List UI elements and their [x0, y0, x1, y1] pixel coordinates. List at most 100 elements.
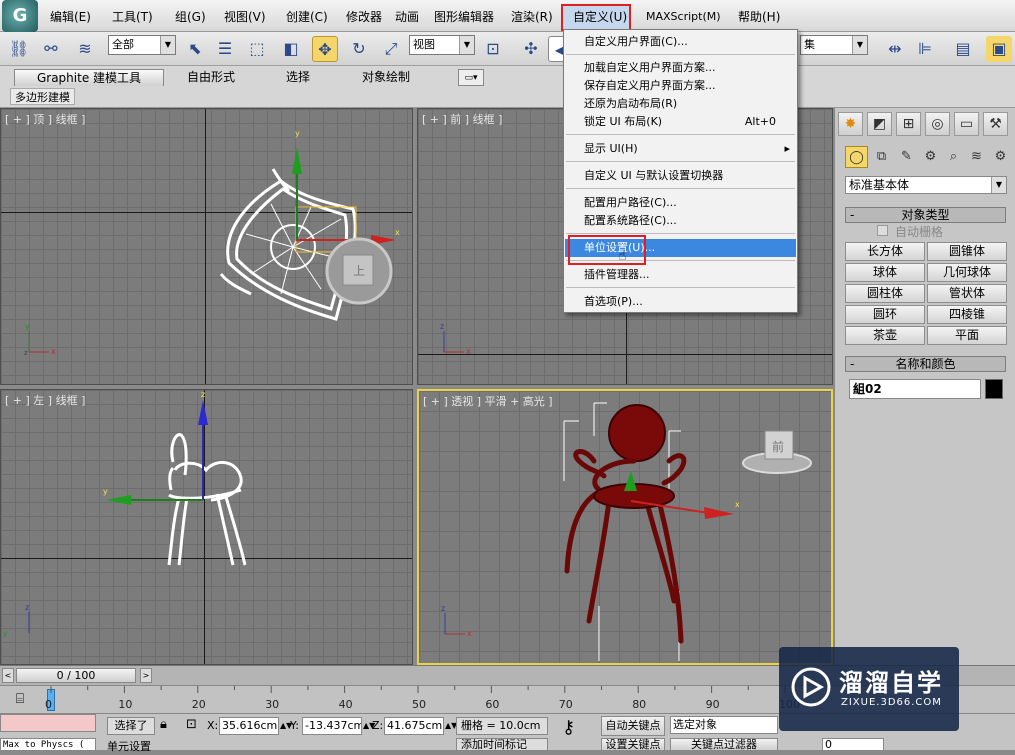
rollout-object-type[interactable]: - 对象类型 [845, 207, 1006, 223]
menu-help[interactable]: 帮助(H) [738, 7, 780, 27]
sphere-button[interactable]: 球体 [845, 263, 925, 282]
box-button[interactable]: 长方体 [845, 242, 925, 261]
dd-ui-defaults-switcher[interactable]: 自定义 UI 与默认设置切换器 [565, 167, 796, 185]
key-mode-dropdown[interactable]: 选定对象 [670, 716, 778, 734]
frame-indicator[interactable]: 0 / 100 [16, 668, 136, 683]
panel-polygon-modeling[interactable]: 多边形建模 [10, 88, 75, 105]
window-crossing-icon[interactable]: ◧ [278, 36, 304, 62]
auto-key-button[interactable]: 自动关键点 [601, 716, 665, 736]
dd-configure-user-paths[interactable]: 配置用户路径(C)... [565, 194, 796, 212]
link-icon[interactable]: ⛓ [6, 36, 32, 62]
cameras-icon[interactable]: ⚙ [919, 146, 942, 168]
dd-revert-startup-layout[interactable]: 还原为启动布局(R) [565, 95, 796, 113]
layer-manager-icon[interactable]: ▤ [950, 36, 976, 62]
utilities-tab-icon[interactable]: ⚒ [983, 112, 1008, 136]
tube-button[interactable]: 管状体 [927, 284, 1007, 303]
menu-maxscript[interactable]: MAXScript(M) [646, 7, 721, 27]
dd-plugin-manager[interactable]: 插件管理器... [565, 266, 796, 284]
bind-spacewarp-icon[interactable]: ≋ [72, 36, 98, 62]
tab-freeform[interactable]: 自由形式 [187, 69, 235, 86]
svg-text:y: y [25, 322, 30, 331]
ribbon-options-icon[interactable]: ▭▾ [458, 69, 484, 86]
spacewarps-icon[interactable]: ≋ [965, 146, 988, 168]
next-frame-icon[interactable]: > [140, 668, 152, 683]
x-coord-field[interactable]: 35.616cm [219, 717, 279, 735]
viewport-left[interactable]: [ + ] 左 ] 线框 ] z y z y [0, 389, 413, 665]
torus-button[interactable]: 圆环 [845, 305, 925, 324]
add-time-tag[interactable]: 添加时间标记 [456, 738, 548, 751]
graphite-toggle-icon[interactable]: ▣ [986, 36, 1012, 62]
plane-button[interactable]: 平面 [927, 326, 1007, 345]
dd-configure-system-paths[interactable]: 配置系统路径(C)... [565, 212, 796, 230]
y-coord-field[interactable]: -13.437cm [302, 717, 362, 735]
cone-button[interactable]: 圆锥体 [927, 242, 1007, 261]
ref-coord-dropdown[interactable]: 视图 ▼ [409, 35, 475, 55]
z-coord-field[interactable]: 41.675cm [384, 717, 444, 735]
menu-tools[interactable]: 工具(T) [112, 7, 153, 27]
viewport-top[interactable]: [ + ] 顶 ] 线框 ] x y 上 y x z [0, 108, 413, 385]
menu-group[interactable]: 组(G) [175, 7, 206, 27]
dd-load-ui-scheme[interactable]: 加载自定义用户界面方案... [565, 59, 796, 77]
maxscript-listener[interactable] [0, 714, 96, 732]
select-object-icon[interactable]: ⬉ [182, 36, 208, 62]
viewport-perspective[interactable]: [ + ] 透视 ] 平滑 + 高光 ] x 前 z x [417, 389, 833, 665]
align-icon[interactable]: ⊫ [912, 36, 938, 62]
category-dropdown[interactable]: 标准基本体 ▼ [845, 176, 1007, 194]
lock-icon[interactable]: 🔒︎ [160, 717, 167, 733]
geometry-icon[interactable]: ◯ [845, 146, 868, 168]
key-filters-button[interactable]: 关键点过滤器 [670, 738, 778, 751]
named-selection-dropdown[interactable]: 集 ▼ [800, 35, 868, 55]
dd-save-ui-scheme[interactable]: 保存自定义用户界面方案... [565, 77, 796, 95]
display-tab-icon[interactable]: ▭ [954, 112, 979, 136]
dd-customize-ui[interactable]: 自定义用户界面(C)... [565, 33, 796, 51]
dd-preferences[interactable]: 首选项(P)... [565, 293, 796, 311]
set-key-button[interactable]: 设置关键点 [601, 738, 665, 751]
menu-animation[interactable]: 动画 [395, 7, 419, 27]
geosphere-button[interactable]: 几何球体 [927, 263, 1007, 282]
rollout-name-color[interactable]: - 名称和颜色 [845, 356, 1006, 372]
systems-icon[interactable]: ⚙ [989, 146, 1012, 168]
teapot-button[interactable]: 茶壶 [845, 326, 925, 345]
cylinder-button[interactable]: 圆柱体 [845, 284, 925, 303]
rect-selection-icon[interactable]: ⬚ [244, 36, 270, 62]
select-by-name-icon[interactable]: ☰ [212, 36, 238, 62]
move-icon[interactable]: ✥ [312, 36, 338, 62]
autogrid-checkbox[interactable] [877, 225, 888, 236]
menu-customize[interactable]: 自定义(U) [573, 7, 627, 27]
helpers-icon[interactable]: ⌕ [942, 146, 965, 168]
tab-object-paint[interactable]: 对象绘制 [362, 69, 410, 86]
pivot-center-icon[interactable]: ⊡ [480, 36, 506, 62]
object-name-field[interactable]: 組02 [849, 379, 981, 399]
hierarchy-tab-icon[interactable]: ⊞ [896, 112, 921, 136]
motion-tab-icon[interactable]: ◎ [925, 112, 950, 136]
mirror-icon[interactable]: ⇹ [882, 36, 908, 62]
modify-tab-icon[interactable]: ◩ [867, 112, 892, 136]
shapes-icon[interactable]: ⧉ [870, 146, 893, 168]
object-color-swatch[interactable] [985, 379, 1003, 399]
menu-create[interactable]: 创建(C) [286, 7, 328, 27]
absolute-mode-icon[interactable]: ⊡ [186, 717, 197, 733]
menu-modifiers[interactable]: 修改器 [346, 7, 382, 27]
menu-rendering[interactable]: 渲染(R) [511, 7, 553, 27]
lights-icon[interactable]: ✎ [895, 146, 918, 168]
play-logo-icon [791, 667, 831, 707]
key-icon[interactable]: ⚷ [562, 719, 575, 737]
pyramid-button[interactable]: 四棱锥 [927, 305, 1007, 324]
menu-edit[interactable]: 编辑(E) [50, 7, 91, 27]
tab-graphite-modeling[interactable]: Graphite 建模工具 [14, 69, 164, 86]
dd-show-ui[interactable]: 显示 UI(H) ▸ [565, 140, 796, 158]
current-frame-field[interactable]: 0 [822, 738, 884, 751]
tab-selection[interactable]: 选择 [286, 69, 310, 86]
scale-icon[interactable]: ⤢ [378, 36, 404, 62]
app-logo-icon[interactable]: G [2, 0, 38, 32]
unlink-icon[interactable]: ⚯ [38, 36, 64, 62]
menu-graph-editors[interactable]: 图形编辑器 [434, 7, 494, 27]
select-manipulate-icon[interactable]: ✣ [518, 36, 544, 62]
rotate-icon[interactable]: ↻ [346, 36, 372, 62]
prev-frame-icon[interactable]: < [2, 668, 14, 683]
maxscript-mini[interactable]: Max to Physcs ( [0, 738, 96, 751]
selection-filter-dropdown[interactable]: 全部 ▼ [108, 35, 176, 55]
dd-lock-ui-layout[interactable]: 锁定 UI 布局(K) Alt+0 [565, 113, 796, 131]
create-tab-icon[interactable]: ✸ [838, 112, 863, 136]
menu-views[interactable]: 视图(V) [224, 7, 266, 27]
